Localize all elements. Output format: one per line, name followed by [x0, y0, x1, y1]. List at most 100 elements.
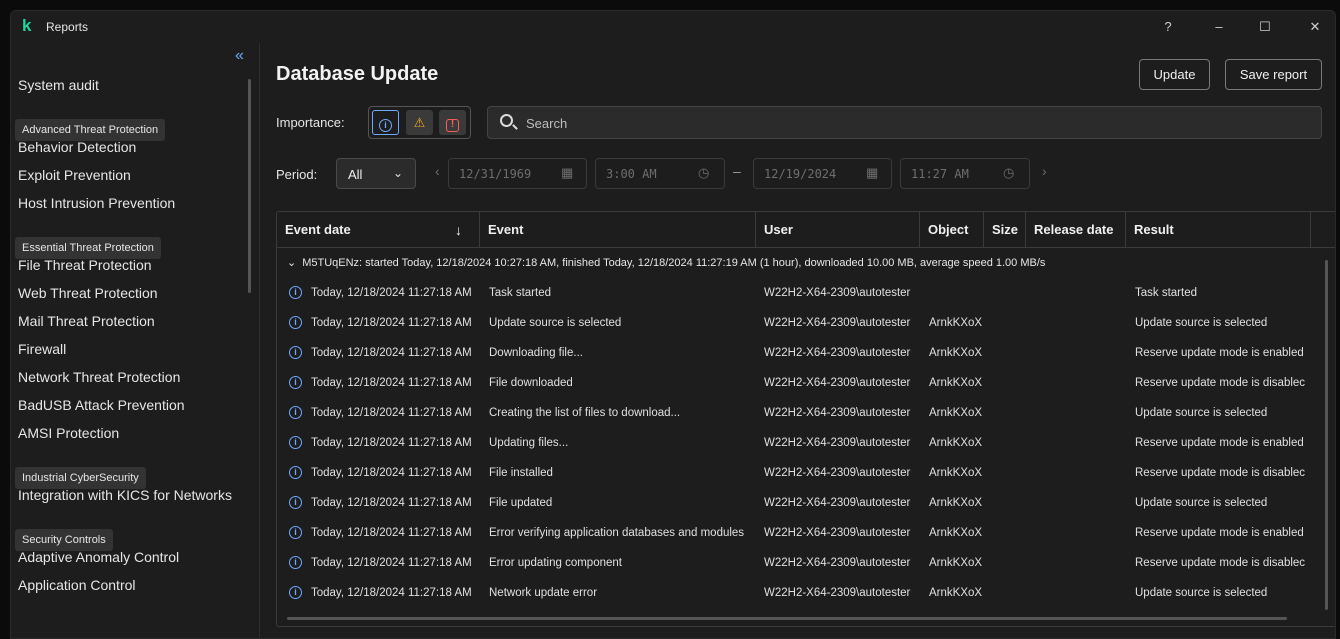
column-header-release-date[interactable]: Release date [1026, 212, 1126, 248]
table-row[interactable]: i Today, 12/18/2024 11:27:18 AM File downl… [277, 368, 1335, 398]
cell-object: ArnkKXoX [929, 467, 983, 479]
sidebar-scrollbar[interactable] [248, 79, 251, 293]
column-header-size[interactable]: Size [984, 212, 1026, 248]
cell-release-date [1034, 578, 1130, 608]
cell-size [992, 458, 1028, 488]
task-group-summary: M5TUqENz: started Today, 12/18/2024 10:2… [302, 257, 1046, 269]
page-title: Database Update [276, 63, 439, 85]
sidebar-item[interactable]: Web Threat Protection [18, 285, 158, 301]
column-header-user[interactable]: User [756, 212, 920, 248]
end-time-field[interactable]: 11:27 AM ◷ [900, 158, 1030, 189]
sidebar-item[interactable]: System audit [18, 77, 99, 93]
prev-period-icon[interactable]: ‹ [435, 163, 440, 179]
sidebar-item[interactable]: Host Intrusion Prevention [18, 195, 175, 211]
cell-user: W22H2-X64-2309\autotester [764, 377, 911, 389]
cell-event-date: Today, 12/18/2024 11:27:18 AM [311, 407, 472, 419]
sidebar-item[interactable]: Network Threat Protection [18, 369, 180, 385]
cell-object: ArnkKXoX [929, 347, 983, 359]
cell-size [992, 428, 1028, 458]
cell-event: File installed [489, 467, 553, 479]
column-header-event[interactable]: Event [480, 212, 756, 248]
cell-user: W22H2-X64-2309\autotester [764, 347, 911, 359]
critical-glyph: ! [446, 119, 459, 132]
cell-size [992, 338, 1028, 368]
collapse-sidebar-icon[interactable]: « [235, 47, 244, 65]
cell-size [992, 518, 1028, 548]
sidebar-item[interactable]: Adaptive Anomaly Control [18, 549, 179, 565]
close-button[interactable]: ✕ [1303, 17, 1327, 37]
calendar-icon[interactable]: ▦ [561, 165, 573, 181]
column-header-object[interactable]: Object [920, 212, 984, 248]
warning-filter-icon[interactable]: ⚠ [406, 110, 433, 135]
cell-event-date: Today, 12/18/2024 11:27:18 AM [311, 587, 472, 599]
end-date-field[interactable]: 12/19/2024 ▦ [753, 158, 892, 189]
table-row[interactable]: i Today, 12/18/2024 11:27:18 AM File updat… [277, 488, 1335, 518]
period-select[interactable]: All ⌄ [336, 158, 416, 189]
sidebar-item[interactable]: Behavior Detection [18, 139, 136, 155]
cell-release-date [1034, 308, 1130, 338]
help-icon[interactable]: ? [1156, 17, 1180, 37]
sidebar-item[interactable]: AMSI Protection [18, 425, 119, 441]
table-row[interactable]: i Today, 12/18/2024 11:27:18 AM Creating t… [277, 398, 1335, 428]
info-filter-icon[interactable]: i [372, 110, 399, 135]
kaspersky-logo-icon: k [22, 16, 32, 35]
calendar-icon[interactable]: ▦ [866, 165, 878, 181]
cell-object: ArnkKXoX [929, 437, 983, 449]
table-row[interactable]: i Today, 12/18/2024 11:27:18 AM File insta… [277, 458, 1335, 488]
cell-event-date: Today, 12/18/2024 11:27:18 AM [311, 467, 472, 479]
cell-result: Update source is selected [1135, 587, 1268, 599]
table-horizontal-scrollbar[interactable] [287, 617, 1287, 620]
cell-result: Reserve update mode is disablec [1135, 467, 1306, 479]
cell-event: File updated [489, 497, 553, 509]
start-date-field[interactable]: 12/31/1969 ▦ [448, 158, 587, 189]
sort-descending-icon[interactable]: ↓ [455, 212, 462, 248]
cell-release-date [1034, 518, 1130, 548]
cell-object: ArnkKXoX [929, 557, 983, 569]
next-period-icon[interactable]: › [1042, 163, 1047, 179]
table-row[interactable]: i Today, 12/18/2024 11:27:18 AM Network up… [277, 578, 1335, 608]
cell-event: Task started [489, 287, 551, 299]
table-vertical-scrollbar[interactable] [1325, 260, 1328, 610]
save-report-button[interactable]: Save report [1225, 59, 1322, 90]
update-button[interactable]: Update [1139, 59, 1210, 90]
table-row[interactable]: i Today, 12/18/2024 11:27:18 AM Task start… [277, 278, 1335, 308]
task-group-row[interactable]: ⌄ M5TUqENz: started Today, 12/18/2024 10:… [277, 248, 1335, 278]
info-icon: i [289, 586, 302, 599]
maximize-button[interactable]: ☐ [1253, 17, 1277, 37]
sidebar-item[interactable]: File Threat Protection [18, 257, 152, 273]
cell-event-date: Today, 12/18/2024 11:27:18 AM [311, 527, 472, 539]
sidebar-group-header: Industrial CyberSecurity [15, 467, 146, 489]
importance-label: Importance: [276, 115, 345, 130]
chevron-down-icon[interactable]: ⌄ [287, 257, 296, 269]
sidebar-item[interactable]: Integration with KICS for Networks [18, 487, 232, 503]
info-icon: i [289, 466, 302, 479]
clock-icon[interactable]: ◷ [698, 165, 709, 181]
minimize-button[interactable]: – [1207, 17, 1231, 37]
search-input[interactable]: Search [487, 106, 1322, 139]
table-row[interactable]: i Today, 12/18/2024 11:27:18 AM Update sou… [277, 308, 1335, 338]
column-header-result[interactable]: Result [1126, 212, 1311, 248]
table-row[interactable]: i Today, 12/18/2024 11:27:18 AM Downloadin… [277, 338, 1335, 368]
column-header-event-date[interactable]: Event date ↓ [277, 212, 480, 248]
table-row[interactable]: i Today, 12/18/2024 11:27:18 AM Error upda… [277, 548, 1335, 578]
clock-icon[interactable]: ◷ [1003, 165, 1014, 181]
info-icon: i [289, 526, 302, 539]
sidebar-item[interactable]: BadUSB Attack Prevention [18, 397, 185, 413]
sidebar-item[interactable]: Exploit Prevention [18, 167, 131, 183]
cell-result: Reserve update mode is disablec [1135, 377, 1306, 389]
sidebar-item[interactable]: Firewall [18, 341, 66, 357]
cell-result: Update source is selected [1135, 497, 1268, 509]
table-row[interactable]: i Today, 12/18/2024 11:27:18 AM Updating f… [277, 428, 1335, 458]
cell-release-date [1034, 398, 1130, 428]
table-row[interactable]: i Today, 12/18/2024 11:27:18 AM Error veri… [277, 518, 1335, 548]
cell-event: File downloaded [489, 377, 573, 389]
start-time-field[interactable]: 3:00 AM ◷ [595, 158, 725, 189]
critical-filter-icon[interactable]: ! [439, 110, 466, 135]
sidebar-item[interactable]: Application Control [18, 577, 136, 593]
sidebar-item[interactable]: Mail Threat Protection [18, 313, 155, 329]
cell-event-date: Today, 12/18/2024 11:27:18 AM [311, 437, 472, 449]
cell-event: Downloading file... [489, 347, 583, 359]
range-dash: – [733, 163, 741, 179]
cell-user: W22H2-X64-2309\autotester [764, 467, 911, 479]
cell-event: Update source is selected [489, 317, 622, 329]
